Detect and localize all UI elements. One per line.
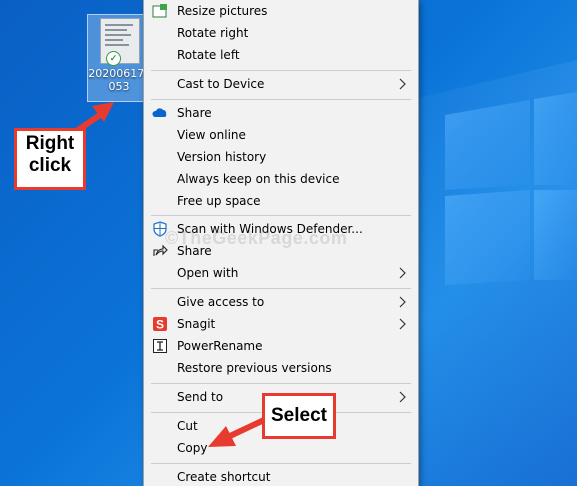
menu-item-label: PowerRename (177, 339, 263, 353)
chevron-right-icon (399, 296, 406, 308)
menu-item-snagit[interactable]: S Snagit (144, 313, 418, 335)
menu-item-label: Give access to (177, 295, 265, 309)
desktop-file-icon[interactable]: ✓ 20200617_ 053 (87, 14, 151, 102)
menu-separator (151, 288, 411, 289)
desktop: ✓ 20200617_ 053 Resize pictures Rotate r… (0, 0, 577, 486)
menu-item-restore-previous[interactable]: Restore previous versions (144, 357, 418, 379)
menu-item-label: Resize pictures (177, 4, 268, 18)
menu-item-share-onedrive[interactable]: Share (144, 102, 418, 124)
menu-item-keep-on-device[interactable]: Always keep on this device (144, 168, 418, 190)
file-name-line2: 053 (108, 80, 130, 93)
menu-item-label: Free up space (177, 194, 261, 208)
menu-item-create-shortcut[interactable]: Create shortcut (144, 466, 418, 486)
menu-separator (151, 99, 411, 100)
menu-item-free-up-space[interactable]: Free up space (144, 190, 418, 212)
menu-item-rotate-right[interactable]: Rotate right (144, 22, 418, 44)
onedrive-cloud-icon (152, 108, 167, 117)
watermark: ©TheGeekPage.com (165, 228, 348, 248)
sync-check-icon: ✓ (106, 51, 121, 66)
snagit-icon: S (153, 317, 167, 332)
menu-item-rotate-left[interactable]: Rotate left (144, 44, 418, 66)
menu-item-label: Version history (177, 150, 267, 164)
menu-item-label: View online (177, 128, 246, 142)
right-click-line1: Right (25, 133, 75, 154)
menu-item-label: Share (177, 106, 212, 120)
right-click-line2: click (28, 155, 72, 176)
menu-item-label: Snagit (177, 317, 216, 331)
menu-separator (151, 463, 411, 464)
menu-item-label: Open with (177, 266, 239, 280)
menu-item-label: Rotate left (177, 48, 240, 62)
menu-separator (151, 383, 411, 384)
chevron-right-icon (399, 267, 406, 279)
chevron-right-icon (399, 391, 406, 403)
menu-separator (151, 70, 411, 71)
menu-item-label: Cast to Device (177, 77, 265, 91)
menu-item-powerrename[interactable]: PowerRename (144, 335, 418, 357)
menu-item-give-access[interactable]: Give access to (144, 291, 418, 313)
powerrename-icon (153, 339, 167, 353)
menu-item-cast-to-device[interactable]: Cast to Device (144, 73, 418, 95)
menu-item-label: Copy (177, 441, 208, 455)
menu-item-label: Always keep on this device (177, 172, 340, 186)
menu-item-version-history[interactable]: Version history (144, 146, 418, 168)
select-callout: Select (262, 393, 336, 439)
chevron-right-icon (399, 318, 406, 330)
menu-item-label: Create shortcut (177, 470, 271, 484)
right-click-callout: Right click (14, 128, 86, 190)
menu-item-label: Restore previous versions (177, 361, 332, 375)
file-name-line1: 20200617_ (88, 67, 150, 80)
menu-item-label: Rotate right (177, 26, 249, 40)
menu-item-resize-pictures[interactable]: Resize pictures (144, 0, 418, 22)
file-name-label: 20200617_ 053 (88, 67, 150, 93)
chevron-right-icon (399, 78, 406, 90)
menu-separator (151, 215, 411, 216)
menu-item-view-online[interactable]: View online (144, 124, 418, 146)
svg-text:S: S (156, 318, 164, 332)
menu-item-copy[interactable]: Copy (144, 437, 418, 459)
resize-pictures-icon (152, 4, 167, 18)
menu-item-label: Cut (177, 419, 198, 433)
menu-item-open-with[interactable]: Open with (144, 262, 418, 284)
menu-item-label: Send to (177, 390, 224, 404)
